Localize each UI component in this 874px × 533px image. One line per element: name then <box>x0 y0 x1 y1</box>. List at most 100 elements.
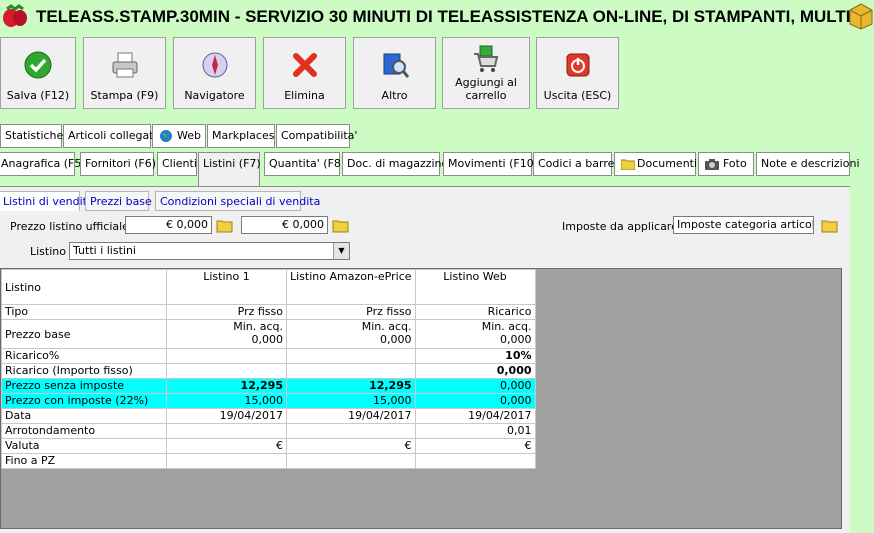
cell[interactable]: € <box>166 438 287 454</box>
row-label: Arrotondamento <box>1 423 167 439</box>
cell[interactable] <box>166 348 287 364</box>
add-to-cart-button[interactable]: Aggiungi al carrello <box>442 37 530 109</box>
title-bar: TELEASS.STAMP.30MIN - SERVIZIO 30 MINUTI… <box>0 0 874 34</box>
tab-web-label: Web <box>177 129 201 142</box>
row-label: Prezzo senza imposte <box>1 378 167 394</box>
tab-doc-magazzino[interactable]: Doc. di magazzino <box>342 152 448 176</box>
cell[interactable] <box>286 423 416 439</box>
folder-icon[interactable] <box>821 218 838 233</box>
exit-button[interactable]: Uscita (ESC) <box>536 37 619 109</box>
cell[interactable]: 15,000 <box>166 393 287 409</box>
cell[interactable]: € <box>414 438 536 454</box>
listino-select[interactable]: Tutti i listini ▼ <box>69 242 350 260</box>
row-label: Tipo <box>1 304 167 320</box>
cell[interactable]: 0,000 <box>414 363 536 379</box>
column-header: Listino 1 <box>166 269 287 305</box>
cell[interactable]: Prz fisso <box>166 304 287 320</box>
cell[interactable] <box>286 363 416 379</box>
tab-clienti[interactable]: Clienti <box>157 152 197 176</box>
delete-label: Elimina <box>284 89 325 102</box>
folder-icon[interactable] <box>216 218 233 233</box>
tab-row-2: Anagrafica (F5) Fornitori (F6) Clienti L… <box>0 152 874 186</box>
delete-x-icon <box>292 53 317 77</box>
cart-icon <box>474 45 499 72</box>
cell[interactable]: Ricarico <box>414 304 536 320</box>
prezzo-listino-field-2[interactable]: € 0,000 <box>241 216 328 234</box>
compass-icon <box>202 52 227 78</box>
cell[interactable]: Min. acq. 0,000 <box>414 319 536 349</box>
right-margin <box>850 186 874 532</box>
tab-foto[interactable]: Foto <box>698 152 754 176</box>
chevron-down-icon[interactable]: ▼ <box>333 243 349 259</box>
toolbar: Salva (F12) Stampa (F9) Navigatore Elimi… <box>0 37 874 111</box>
tab-note-descrizioni[interactable]: Note e descrizioni <box>756 152 860 176</box>
cell[interactable]: 10% <box>414 348 536 364</box>
cell[interactable]: Min. acq. 0,000 <box>286 319 416 349</box>
navigator-button[interactable]: Navigatore <box>173 37 256 109</box>
cell[interactable]: Min. acq. 0,000 <box>166 319 287 349</box>
tab-documenti[interactable]: Documenti <box>614 152 698 176</box>
folder-icon[interactable] <box>332 218 349 233</box>
cell[interactable]: € <box>286 438 416 454</box>
cell[interactable] <box>166 363 287 379</box>
tab-articoli-collegati[interactable]: Articoli collegati <box>63 124 157 148</box>
other-label: Altro <box>381 89 408 102</box>
column-header: Listino Amazon-ePrice <box>286 269 416 305</box>
tab-markplaces[interactable]: Markplaces <box>207 124 275 148</box>
power-icon <box>566 53 589 77</box>
print-button[interactable]: Stampa (F9) <box>83 37 166 109</box>
tab-row-1: Statistiche Articoli collegati Web Markp… <box>0 124 874 148</box>
tab-statistiche[interactable]: Statistiche <box>0 124 63 148</box>
save-button[interactable]: Salva (F12) <box>0 37 76 109</box>
cell[interactable]: Prz fisso <box>286 304 416 320</box>
cell[interactable]: 15,000 <box>286 393 416 409</box>
row-label: Ricarico (Importo fisso) <box>1 363 167 379</box>
row-label: Prezzo con imposte (22%) <box>1 393 167 409</box>
cell[interactable] <box>166 453 287 469</box>
cell[interactable] <box>286 453 416 469</box>
table-row: Ricarico% 10% <box>1 348 536 364</box>
subtab-prezzi-base[interactable]: Prezzi base <box>85 191 152 211</box>
tab-documenti-label: Documenti <box>637 157 698 170</box>
tab-compatibilita[interactable]: Compatibilita' <box>276 124 357 148</box>
tab-foto-label: Foto <box>723 157 747 170</box>
tab-fornitori[interactable]: Fornitori (F6) <box>80 152 156 176</box>
table-header-row: Listino Listino 1 Listino Amazon-ePrice … <box>1 269 536 305</box>
other-button[interactable]: Altro <box>353 37 436 109</box>
window-title: TELEASS.STAMP.30MIN - SERVIZIO 30 MINUTI… <box>36 7 874 26</box>
table-row: Data 19/04/2017 19/04/2017 19/04/2017 <box>1 408 536 424</box>
subtab-condizioni-speciali[interactable]: Condizioni speciali di vendita <box>155 191 320 211</box>
cell[interactable] <box>414 453 536 469</box>
header-label: Listino <box>1 269 167 305</box>
cell[interactable]: 12,295 <box>166 378 287 394</box>
cell[interactable]: 0,01 <box>414 423 536 439</box>
camera-icon <box>705 159 719 170</box>
cell[interactable]: 0,000 <box>414 378 536 394</box>
tab-listini[interactable]: Listini (F7) <box>198 152 261 186</box>
row-label: Data <box>1 408 167 424</box>
cell[interactable] <box>286 348 416 364</box>
package-icon <box>849 3 873 30</box>
cell[interactable]: 19/04/2017 <box>414 408 536 424</box>
column-header: Listino Web <box>414 269 536 305</box>
cell[interactable]: 0,000 <box>414 393 536 409</box>
cell[interactable]: 19/04/2017 <box>166 408 287 424</box>
prezzo-listino-field-1[interactable]: € 0,000 <box>125 216 212 234</box>
table-row: Prezzo con imposte (22%) 15,000 15,000 0… <box>1 393 536 409</box>
cell[interactable]: 12,295 <box>286 378 416 394</box>
imposte-field[interactable]: Imposte categoria articolo <box>673 216 814 234</box>
row-label: Fino a PZ <box>1 453 167 469</box>
subtab-listini-vendita[interactable]: Listini di vendita <box>0 191 94 211</box>
tab-web[interactable]: Web <box>152 124 206 148</box>
tab-codici-barre[interactable]: Codici a barre <box>533 152 614 176</box>
prezzo-listino-label: Prezzo listino ufficiale : <box>10 220 137 233</box>
tab-quantita[interactable]: Quantita' (F8) <box>264 152 345 176</box>
cell[interactable] <box>166 423 287 439</box>
row-label: Ricarico% <box>1 348 167 364</box>
row-label: Valuta <box>1 438 167 454</box>
printer-icon <box>112 52 137 78</box>
tab-anagrafica[interactable]: Anagrafica (F5) <box>0 152 86 176</box>
cell[interactable]: 19/04/2017 <box>286 408 416 424</box>
delete-button[interactable]: Elimina <box>263 37 346 109</box>
tab-movimenti[interactable]: Movimenti (F10) <box>443 152 538 176</box>
